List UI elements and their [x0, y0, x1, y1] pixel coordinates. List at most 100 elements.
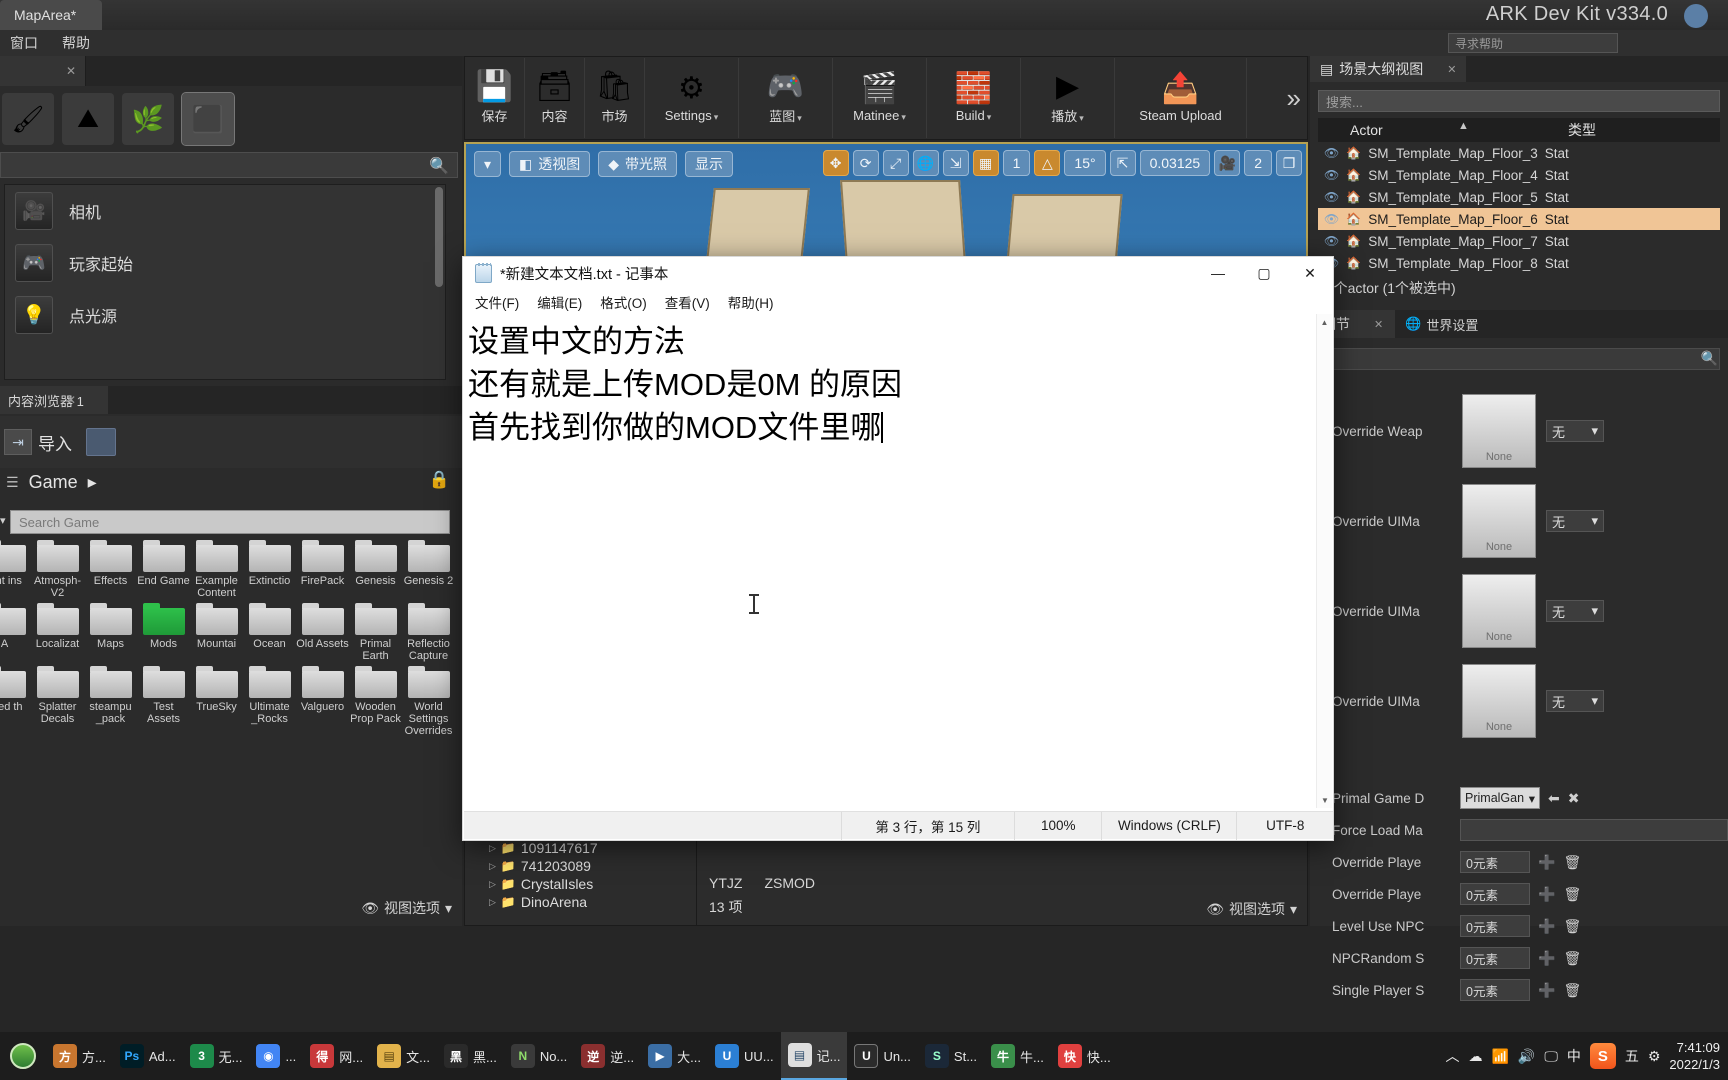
menu-help[interactable]: 帮助(H)	[728, 292, 774, 312]
tab-world-outliner[interactable]: ▤ 场景大纲视图 ✕	[1310, 56, 1467, 82]
taskbar-app-uu[interactable]: U UU...	[708, 1032, 781, 1080]
camera-speed-value[interactable]: 2	[1244, 150, 1272, 176]
folder-cell[interactable]: ched th	[0, 666, 31, 737]
menu-file[interactable]: 文件(F)	[475, 292, 519, 312]
asset-combo[interactable]: 无 ▾	[1546, 510, 1604, 532]
folder-cell[interactable]: Reflectio Capture	[402, 603, 455, 662]
viewport-options-button[interactable]: ▾	[474, 151, 502, 177]
details-search-input[interactable]	[1318, 348, 1720, 370]
taskbar-app-notepadpp[interactable]: N No...	[504, 1032, 574, 1080]
start-button[interactable]	[0, 1032, 46, 1080]
folder-cell[interactable]: Genesis 2	[402, 540, 455, 599]
content-view-options-button[interactable]: 👁 视图选项 ▾	[361, 898, 452, 918]
angle-snap-icon[interactable]: △	[1034, 150, 1061, 176]
outliner-col-type[interactable]: 类型	[1568, 120, 1596, 140]
ue-window-tab[interactable]: MapArea*	[0, 0, 103, 30]
asset-thumbnail[interactable]: None	[1462, 484, 1536, 558]
folder-cell[interactable]: ient ins	[0, 540, 31, 599]
close-icon[interactable]: ✕	[66, 64, 76, 78]
viewport-lighting-button[interactable]: ◆ 带光照	[598, 151, 678, 177]
table-row[interactable]: 👁 🏠 SM_Template_Map_Floor_4 Stat	[1318, 164, 1720, 186]
notepad-scrollbar[interactable]: ▲ ▼	[1316, 314, 1332, 808]
visibility-eye-icon[interactable]: 👁	[1324, 190, 1339, 204]
scale-snap-icon[interactable]: ⇱	[1109, 150, 1136, 176]
taskbar-app-nishui[interactable]: 逆逆...	[574, 1032, 641, 1080]
place-item-player-start[interactable]: 🎮 玩家起始	[5, 237, 445, 289]
folder-cell[interactable]: Splatter Decals	[31, 666, 84, 737]
scroll-up-icon[interactable]: ▲	[1317, 314, 1332, 330]
folder-cell[interactable]: Mountai	[190, 603, 243, 662]
ime-mode-label[interactable]: 五	[1625, 1046, 1639, 1066]
sogou-ime-icon[interactable]: S	[1589, 1043, 1616, 1069]
tree-node[interactable]: ▷ 📁 CrystalIsles	[489, 875, 696, 893]
folder-cell[interactable]: Maps	[84, 603, 137, 662]
folder-cell[interactable]: Localizat	[31, 603, 84, 662]
add-element-icon[interactable]: ➕	[1538, 918, 1555, 935]
table-row[interactable]: 👁 🏠 SM_Template_Map_Floor_8 Stat	[1318, 252, 1720, 274]
folder-cell[interactable]: End Game	[137, 540, 190, 599]
asset-combo[interactable]: 无 ▾	[1546, 600, 1604, 622]
taskbar-app-3dsmax[interactable]: 3 无...	[183, 1032, 250, 1080]
taskbar-app-unreal[interactable]: U Un...	[847, 1032, 917, 1080]
notepad-titlebar[interactable]: *新建文本文档.txt - 记事本 — ▢ ✕	[463, 257, 1333, 289]
folder-cell[interactable]: Primal Earth	[349, 603, 402, 662]
folder-cell[interactable]: Ultimate _Rocks	[243, 666, 296, 737]
asset-thumbnail[interactable]: None	[1462, 574, 1536, 648]
place-search-input[interactable]: 🔍	[0, 152, 458, 178]
table-row[interactable]: 👁 🏠 SM_Template_Map_Floor_5 Stat	[1318, 186, 1720, 208]
asset-thumbnail[interactable]: None	[1462, 394, 1536, 468]
asset-thumbnail[interactable]: None	[1462, 664, 1536, 738]
taskbar-app-video[interactable]: ▶ 大...	[641, 1032, 708, 1080]
folder-cell[interactable]: Effects	[84, 540, 137, 599]
asset-combo[interactable]: 无 ▾	[1546, 420, 1604, 442]
grid-snap-icon[interactable]: ▦	[972, 150, 999, 176]
folder-cell[interactable]: Ocean	[243, 603, 296, 662]
taskbar-app-niu[interactable]: 牛牛...	[984, 1032, 1051, 1080]
asset-view-options-button[interactable]: 👁 视图选项 ▾	[1206, 899, 1297, 919]
folder-cell[interactable]: Wooden Prop Pack	[349, 666, 402, 737]
scale-snap-value[interactable]: 0.03125	[1139, 150, 1211, 176]
notepad-text-area[interactable]: 设置中文的方法 还有就是上传MOD是0M 的原因 首先找到你做的MOD文件里哪	[464, 314, 1319, 808]
toolbar-blueprint-button[interactable]: 🎮 蓝图 ▾	[739, 58, 833, 138]
folder-cell[interactable]: TrueSky	[190, 666, 243, 737]
mode-geometry-icon[interactable]: ⬛	[181, 92, 235, 146]
asset-label[interactable]: YTJZ	[709, 875, 742, 891]
taskbar-clock[interactable]: 7:41:09 2022/1/3	[1669, 1039, 1720, 1073]
folder-cell[interactable]: Genesis	[349, 540, 402, 599]
help-search-input[interactable]: 寻求帮助	[1448, 33, 1618, 53]
tree-node[interactable]: ▷ 📁 1091147617	[489, 839, 696, 857]
browse-icon[interactable]: ⬅	[1548, 790, 1560, 807]
surface-snap-icon[interactable]: ⇲	[942, 150, 969, 176]
place-item-camera[interactable]: 🎥 相机	[5, 185, 445, 237]
taskbar-app-photoshop[interactable]: Ps Ad...	[113, 1032, 183, 1080]
menu-item-window[interactable]: 窗口	[10, 33, 38, 53]
delete-element-icon[interactable]: 🗑	[1563, 918, 1581, 935]
asset-combo[interactable]: 无 ▾	[1546, 690, 1604, 712]
taskbar-app-chrome[interactable]: ◉...	[249, 1032, 303, 1080]
toolbar-content-button[interactable]: 🗃 内容	[525, 58, 585, 138]
visibility-eye-icon[interactable]: 👁	[1324, 212, 1339, 226]
angle-snap-value[interactable]: 15°	[1064, 150, 1106, 176]
monitor-icon[interactable]: 🖵	[1544, 1048, 1558, 1065]
visibility-eye-icon[interactable]: 👁	[1324, 168, 1339, 182]
add-element-icon[interactable]: ➕	[1538, 854, 1555, 871]
taskbar-app-heima[interactable]: 黑黑...	[437, 1032, 504, 1080]
tree-node[interactable]: ▷ 📁 741203089	[489, 857, 696, 875]
folder-cell[interactable]: World Settings Overrides	[402, 666, 455, 737]
save-all-icon[interactable]	[86, 428, 116, 456]
gear-icon[interactable]: ⚙	[1648, 1048, 1661, 1065]
network-icon[interactable]: 📶	[1491, 1048, 1508, 1065]
taskbar-app-wangyi[interactable]: 得网...	[303, 1032, 370, 1080]
close-icon[interactable]: ✕	[1447, 63, 1456, 76]
toolbar-overflow-icon[interactable]: »	[1287, 83, 1301, 114]
content-search-input[interactable]: Search Game	[10, 510, 450, 534]
tab-world-settings[interactable]: 🌐 世界设置	[1395, 310, 1488, 338]
toolbar-matinee-button[interactable]: 🎬 Matinee ▾	[833, 58, 927, 138]
folder-cell-mods[interactable]: Mods	[137, 603, 190, 662]
taskbar-app-kuai[interactable]: 快快...	[1051, 1032, 1118, 1080]
toolbar-marketplace-button[interactable]: 🛍 市场	[585, 58, 645, 138]
grid-size-value[interactable]: 1	[1002, 150, 1031, 176]
primal-game-data-dropdown[interactable]: PrimalGan ▾	[1460, 787, 1540, 809]
taskbar-app-fangzheng[interactable]: 方方...	[46, 1032, 113, 1080]
breadcrumb-root[interactable]: Game	[29, 472, 78, 493]
